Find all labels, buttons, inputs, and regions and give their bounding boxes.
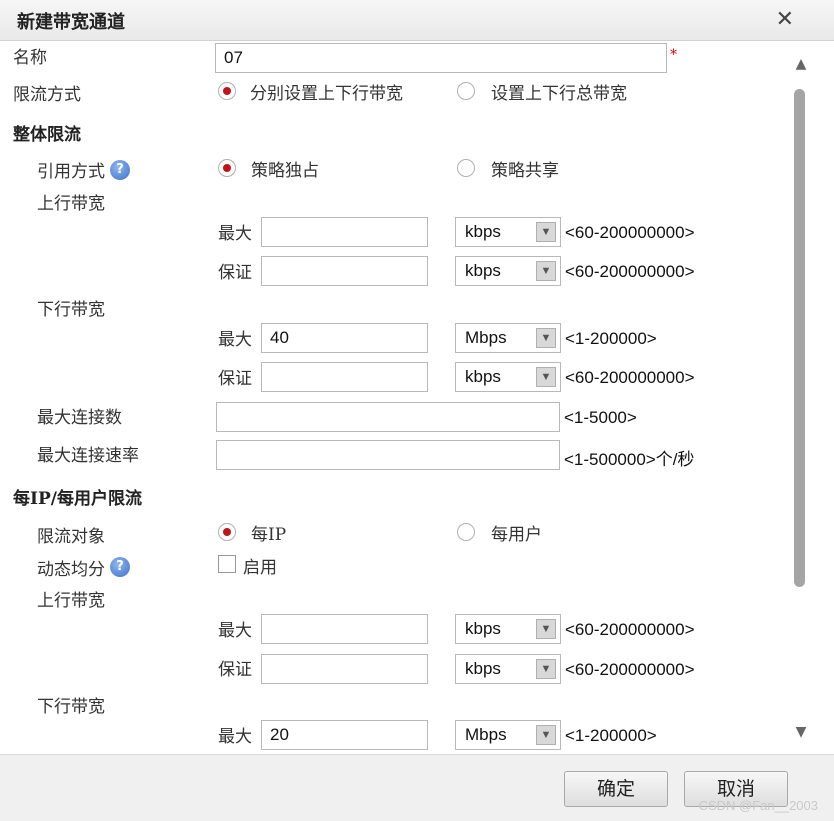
target-label: 限流对象 [37, 527, 105, 547]
scroll-down-icon[interactable]: ▼ [793, 725, 809, 739]
mode-radio-total[interactable] [457, 82, 475, 100]
up-guarantee-label: 保证 [218, 263, 252, 283]
dialog-body: 名称 * 限流方式 分别设置上下行带宽 设置上下行总带宽 整体限流 引用方式 ?… [0, 41, 792, 753]
ref-radio-shared-label: 策略共享 [491, 161, 559, 181]
mode-radio-separate[interactable] [218, 82, 236, 100]
per-up-bandwidth-label: 上行带宽 [37, 591, 105, 611]
max-conn-range: <1-5000> [564, 408, 637, 427]
per-up-guarantee-label: 保证 [218, 660, 252, 680]
ok-button[interactable]: 确定 [564, 771, 668, 807]
up-max-label: 最大 [218, 224, 252, 244]
help-icon[interactable]: ? [110, 557, 130, 577]
max-conn-rate-label: 最大连接速率 [37, 446, 139, 466]
max-conn-label: 最大连接数 [37, 408, 122, 428]
scroll-up-icon[interactable]: ▲ [793, 57, 809, 71]
ref-radio-shared[interactable] [457, 159, 475, 177]
watermark: CSDN @Fan__2003 [698, 798, 818, 813]
up-guarantee-range: <60-200000000> [565, 262, 695, 281]
vertical-scrollbar[interactable]: ▲ ▼ [792, 41, 810, 753]
mode-radio-total-label: 设置上下行总带宽 [491, 84, 627, 104]
help-icon[interactable]: ? [110, 160, 130, 180]
up-max-unit-select[interactable]: kbps ▼ [455, 217, 561, 247]
up-guarantee-unit-value: kbps [465, 261, 501, 280]
per-up-max-range: <60-200000000> [565, 620, 695, 639]
dynamic-enable-label: 启用 [243, 558, 277, 578]
down-max-unit-select[interactable]: Mbps ▼ [455, 323, 561, 353]
down-guarantee-input[interactable] [261, 362, 428, 392]
down-max-input[interactable] [261, 323, 428, 353]
chevron-down-icon[interactable]: ▼ [536, 222, 556, 242]
chevron-down-icon[interactable]: ▼ [536, 659, 556, 679]
close-icon[interactable]: ✕ [776, 7, 794, 32]
up-guarantee-unit-select[interactable]: kbps ▼ [455, 256, 561, 286]
down-guarantee-range: <60-200000000> [565, 368, 695, 387]
dialog-titlebar: 新建带宽通道 ✕ [0, 0, 834, 41]
down-max-unit-value: Mbps [465, 328, 507, 347]
chevron-down-icon[interactable]: ▼ [536, 261, 556, 281]
max-conn-input[interactable] [216, 402, 560, 432]
dynamic-enable-checkbox[interactable] [218, 555, 236, 573]
down-max-label: 最大 [218, 330, 252, 350]
up-max-input[interactable] [261, 217, 428, 247]
ref-label: 引用方式 [37, 162, 105, 182]
mode-radio-separate-label: 分别设置上下行带宽 [250, 84, 403, 104]
up-guarantee-input[interactable] [261, 256, 428, 286]
per-down-max-label: 最大 [218, 727, 252, 747]
down-max-range: <1-200000> [565, 329, 657, 348]
ref-radio-exclusive-label: 策略独占 [251, 161, 319, 181]
down-guarantee-label: 保证 [218, 369, 252, 389]
per-up-max-input[interactable] [261, 614, 428, 644]
down-guarantee-unit-select[interactable]: kbps ▼ [455, 362, 561, 392]
per-down-max-unit-value: Mbps [465, 725, 507, 744]
overall-section-title: 整体限流 [13, 125, 81, 145]
per-up-max-unit-value: kbps [465, 619, 501, 638]
name-input[interactable] [215, 43, 667, 73]
per-up-guarantee-unit-select[interactable]: kbps ▼ [455, 654, 561, 684]
up-max-unit-value: kbps [465, 222, 501, 241]
down-bandwidth-label: 下行带宽 [37, 300, 105, 320]
dialog-title: 新建带宽通道 [17, 12, 125, 33]
up-max-range: <60-200000000> [565, 223, 695, 242]
per-section-title: 每IP/每用户限流 [13, 489, 142, 509]
per-up-guarantee-unit-value: kbps [465, 659, 501, 678]
chevron-down-icon[interactable]: ▼ [536, 328, 556, 348]
chevron-down-icon[interactable]: ▼ [536, 367, 556, 387]
per-up-max-label: 最大 [218, 621, 252, 641]
required-mark: * [670, 47, 677, 63]
ref-radio-exclusive[interactable] [218, 159, 236, 177]
up-bandwidth-label: 上行带宽 [37, 194, 105, 214]
down-guarantee-unit-value: kbps [465, 367, 501, 386]
per-up-guarantee-input[interactable] [261, 654, 428, 684]
per-up-guarantee-range: <60-200000000> [565, 660, 695, 679]
scroll-thumb[interactable] [794, 89, 805, 587]
target-radio-ip[interactable] [218, 523, 236, 541]
max-conn-rate-range: <1-500000>个/秒 [564, 450, 695, 469]
chevron-down-icon[interactable]: ▼ [536, 725, 556, 745]
mode-label: 限流方式 [13, 85, 81, 105]
max-conn-rate-input[interactable] [216, 440, 560, 470]
dynamic-label: 动态均分 [37, 560, 105, 580]
per-down-max-range: <1-200000> [565, 726, 657, 745]
chevron-down-icon[interactable]: ▼ [536, 619, 556, 639]
dialog-footer: 确定 取消 CSDN @Fan__2003 [0, 754, 834, 821]
dialog-edge [810, 41, 834, 753]
target-radio-user-label: 每用户 [491, 525, 542, 545]
per-down-max-unit-select[interactable]: Mbps ▼ [455, 720, 561, 750]
per-down-bandwidth-label: 下行带宽 [37, 697, 105, 717]
name-label: 名称 [13, 48, 47, 68]
target-radio-ip-label: 每IP [251, 525, 287, 545]
target-radio-user[interactable] [457, 523, 475, 541]
per-up-max-unit-select[interactable]: kbps ▼ [455, 614, 561, 644]
per-down-max-input[interactable] [261, 720, 428, 750]
